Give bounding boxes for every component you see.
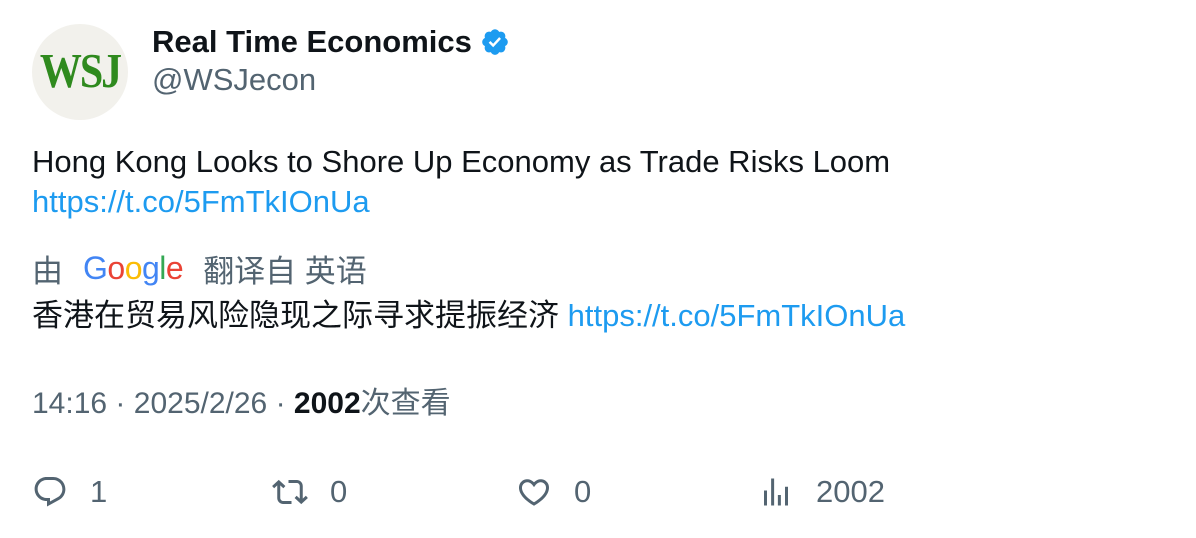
translated-text: 香港在贸易风险隐现之际寻求提振经济 <box>32 298 559 333</box>
avatar-logo-text: WSJ <box>39 45 122 99</box>
meta-separator: · <box>115 387 126 420</box>
avatar[interactable]: WSJ <box>32 24 128 120</box>
reply-count: 1 <box>90 474 108 509</box>
retweet-icon <box>272 474 308 510</box>
author-handle[interactable]: @WSJecon <box>152 62 316 98</box>
translation-prefix: 由 <box>32 253 63 289</box>
translation-attribution: 由 Google 翻译自 英语 <box>32 246 367 290</box>
translated-tweet-text: 香港在贸易风险隐现之际寻求提振经济 https://t.co/5FmTkIOnU… <box>32 296 905 336</box>
views-label: 次查看 <box>360 387 451 420</box>
tweet-card: WSJ Real Time Economics @WSJecon Hong Ko… <box>0 0 1196 538</box>
tweet-headline: Hong Kong Looks to Shore Up Economy as T… <box>32 144 891 179</box>
tweet-time[interactable]: 14:16 <box>32 387 107 420</box>
analytics-icon <box>758 474 794 510</box>
retweet-count: 0 <box>330 474 348 509</box>
display-name[interactable]: Real Time Economics <box>152 24 472 60</box>
views-count: 2002 <box>293 387 361 420</box>
views-action-count: 2002 <box>816 474 885 509</box>
tweet-date[interactable]: 2025/2/26 <box>134 387 267 420</box>
retweet-button[interactable]: 0 <box>272 470 347 514</box>
verified-badge-icon[interactable] <box>480 27 510 57</box>
google-logo: Google <box>83 249 184 286</box>
views-button[interactable]: 2002 <box>758 470 885 514</box>
meta-separator: · <box>275 387 286 420</box>
reply-button[interactable]: 1 <box>32 470 107 514</box>
reply-icon <box>32 474 68 510</box>
translated-link[interactable]: https://t.co/5FmTkIOnUa <box>568 298 906 333</box>
like-button[interactable]: 0 <box>516 470 591 514</box>
like-count: 0 <box>574 474 592 509</box>
tweet-meta: 14:16 · 2025/2/26 · 2002次查看 <box>32 384 451 424</box>
tweet-link[interactable]: https://t.co/5FmTkIOnUa <box>32 182 1162 222</box>
author-name-row: Real Time Economics <box>152 22 510 62</box>
action-bar: 1 0 0 2002 <box>32 470 1162 514</box>
heart-icon <box>516 474 552 510</box>
translation-suffix: 翻译自 英语 <box>203 253 367 289</box>
tweet-text: Hong Kong Looks to Shore Up Economy as T… <box>32 142 1162 222</box>
